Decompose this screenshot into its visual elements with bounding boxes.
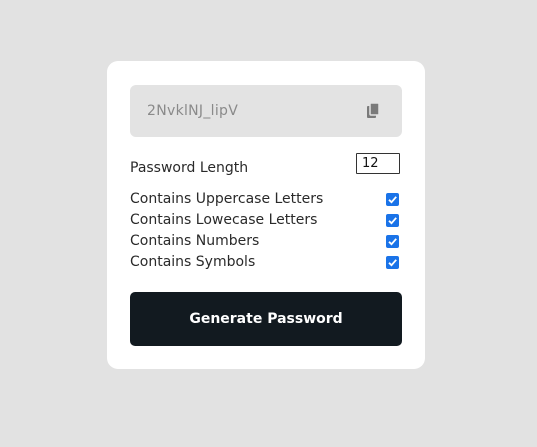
option-uppercase-checkbox[interactable] xyxy=(386,193,399,206)
password-generator-card: 2NvklNJ_lipV Password Length Contains Up… xyxy=(107,61,425,369)
clipboard-copy-icon[interactable] xyxy=(366,102,382,120)
generated-password: 2NvklNJ_lipV xyxy=(147,103,239,119)
option-lowercase-checkbox[interactable] xyxy=(386,214,399,227)
generate-password-button[interactable]: Generate Password xyxy=(130,292,402,346)
option-lowercase-label: Contains Lowecase Letters xyxy=(130,212,318,228)
password-result-box: 2NvklNJ_lipV xyxy=(130,85,402,137)
option-uppercase-label: Contains Uppercase Letters xyxy=(130,191,324,207)
password-length-label: Password Length xyxy=(130,160,249,176)
password-length-input[interactable] xyxy=(356,153,400,174)
option-symbols-label: Contains Symbols xyxy=(130,254,256,270)
option-symbols-checkbox[interactable] xyxy=(386,256,399,269)
option-numbers-label: Contains Numbers xyxy=(130,233,260,249)
option-numbers-checkbox[interactable] xyxy=(386,235,399,248)
